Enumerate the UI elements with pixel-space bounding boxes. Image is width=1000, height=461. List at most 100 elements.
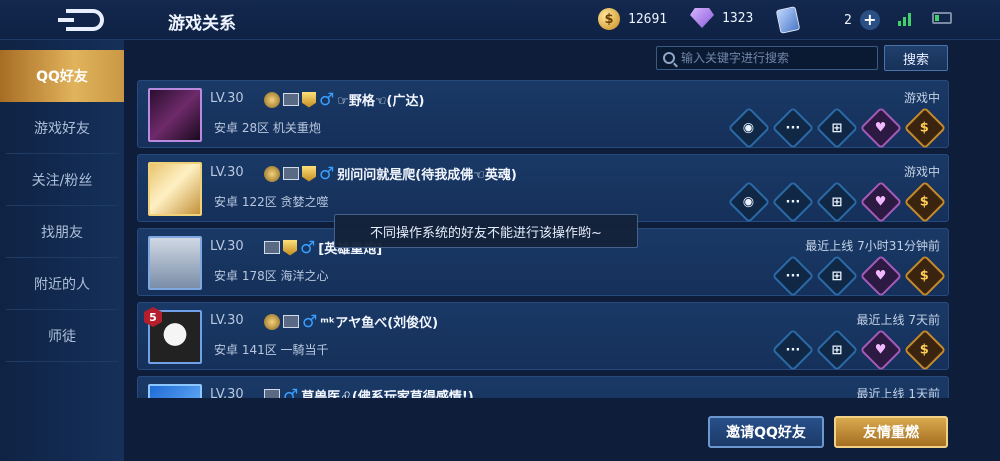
rank-badge-icon (264, 91, 280, 108)
chat-icon: ··· (785, 342, 801, 358)
gift-icon: ⊞ (831, 342, 843, 358)
gold-currency: $ 12691 (598, 8, 667, 30)
chat-icon: ··· (785, 194, 801, 210)
chat-button[interactable]: ··· (771, 180, 815, 224)
friend-row[interactable]: LV.30 ♂ 草兽医♌(佛系玩家草得感情!) 最近上线 1天前 (137, 376, 949, 398)
action-group: ◉ ··· ⊞ ♥ $ (727, 106, 947, 150)
online-status: 游戏中 (903, 91, 940, 105)
sidebar-item-mentor[interactable]: 师徒 (6, 310, 118, 362)
vip-badge-icon (302, 165, 316, 182)
spectate-button[interactable]: ◉ (727, 106, 771, 150)
send-gold-button[interactable]: $ (903, 106, 947, 150)
card-currency: 2 + (775, 6, 880, 34)
card-badge-icon (264, 389, 280, 398)
back-arrow-icon (58, 9, 104, 31)
card-badge-icon (283, 93, 299, 106)
server-info: 安卓 141区 一騎当千 (214, 343, 329, 357)
top-bar: 游戏关系 $ 12691 1323 2 + (0, 0, 1000, 40)
rank-badge-icon (264, 313, 280, 330)
server-info: 安卓 28区 机关重炮 (214, 121, 321, 135)
heart-icon: ♥ (875, 268, 887, 284)
page-title: 游戏关系 (168, 14, 236, 34)
online-status: 游戏中 (903, 165, 940, 179)
diamond-currency: 1323 (690, 8, 753, 28)
battery-icon (932, 12, 952, 24)
avatar[interactable] (148, 88, 202, 142)
coin-icon: $ (920, 342, 930, 358)
friend-name: ☞野格☜(广达) (337, 94, 425, 109)
card-badge-icon (264, 241, 280, 254)
back-button[interactable] (58, 6, 110, 34)
sidebar-item-game-friends[interactable]: 游戏好友 (6, 102, 118, 154)
card-value: 2 (844, 12, 852, 28)
add-currency-icon[interactable]: + (859, 10, 880, 30)
friend-row[interactable]: 5 LV.30 ♂ ᵐᵏアヤ鱼べ(刘俊仪) 安卓 141区 一騎当千 最近上线 … (137, 302, 949, 372)
chat-button[interactable]: ··· (771, 254, 815, 298)
search-button[interactable]: 搜索 (884, 45, 948, 71)
eye-icon: ◉ (743, 120, 755, 136)
online-status: 最近上线 1天前 (856, 387, 940, 398)
coin-icon: $ (920, 268, 930, 284)
level-label: LV.30 (210, 239, 244, 254)
gold-value: 12691 (628, 11, 668, 27)
heart-icon: ♥ (875, 194, 887, 210)
chat-icon: ··· (785, 268, 801, 284)
send-gold-button[interactable]: $ (903, 254, 947, 298)
intimacy-button[interactable]: ♥ (859, 328, 903, 372)
sidebar: QQ好友 游戏好友 关注/粉丝 找朋友 附近的人 师徒 (0, 40, 124, 461)
level-label: LV.30 (210, 387, 244, 398)
friend-row[interactable]: LV.30 ♂ ☞野格☜(广达) 安卓 28区 机关重炮 游戏中 ◉ ··· ⊞… (137, 80, 949, 150)
level-label: LV.30 (210, 165, 244, 180)
friend-name: ᵐᵏアヤ鱼べ(刘俊仪) (320, 316, 439, 331)
male-icon: ♂ (302, 311, 318, 332)
intimacy-button[interactable]: ♥ (859, 106, 903, 150)
friend-row[interactable]: LV.30 ♂ 别问问就是爬(待我成佛☜英魂) 安卓 122区 贪婪之噬 游戏中… (137, 154, 949, 224)
friend-name: 草兽医♌(佛系玩家草得感情!) (301, 390, 474, 398)
gift-button[interactable]: ⊞ (815, 180, 859, 224)
chat-icon: ··· (785, 120, 801, 136)
online-status: 最近上线 7小时31分钟前 (805, 239, 940, 253)
chat-button[interactable]: ··· (771, 328, 815, 372)
gift-button[interactable]: ⊞ (815, 106, 859, 150)
badge-group: ♂ 别问问就是爬(待我成佛☜英魂) (264, 164, 517, 183)
action-group: ··· ⊞ ♥ $ (771, 328, 947, 372)
server-info: 安卓 122区 贪婪之噬 (214, 195, 329, 209)
server-info: 安卓 178区 海洋之心 (214, 269, 329, 283)
gift-icon: ⊞ (831, 120, 843, 136)
sidebar-item-nearby[interactable]: 附近的人 (6, 258, 118, 310)
heart-icon: ♥ (875, 120, 887, 136)
send-gold-button[interactable]: $ (903, 180, 947, 224)
avatar[interactable] (148, 384, 202, 398)
vip-badge-icon (283, 239, 297, 256)
vip-badge-icon (302, 91, 316, 108)
coin-icon: $ (920, 120, 930, 136)
sidebar-item-follow-fans[interactable]: 关注/粉丝 (6, 154, 118, 206)
intimacy-button[interactable]: ♥ (859, 180, 903, 224)
rekindle-friendship-button[interactable]: 友情重燃 (834, 416, 948, 448)
search-icon (663, 52, 675, 64)
chat-button[interactable]: ··· (771, 106, 815, 150)
gold-coin-icon: $ (598, 8, 620, 30)
invite-qq-friends-button[interactable]: 邀请QQ好友 (708, 416, 824, 448)
male-icon: ♂ (283, 385, 299, 398)
male-icon: ♂ (300, 237, 316, 258)
spectate-button[interactable]: ◉ (727, 180, 771, 224)
sidebar-item-find-friends[interactable]: 找朋友 (6, 206, 118, 258)
sidebar-item-qq-friends[interactable]: QQ好友 (0, 50, 124, 102)
male-icon: ♂ (319, 89, 335, 110)
card-badge-icon (283, 315, 299, 328)
avatar[interactable] (148, 162, 202, 216)
card-icon (775, 6, 801, 34)
intimacy-button[interactable]: ♥ (859, 254, 903, 298)
action-group: ··· ⊞ ♥ $ (771, 254, 947, 298)
gift-button[interactable]: ⊞ (815, 328, 859, 372)
search-input[interactable] (681, 51, 871, 65)
gift-icon: ⊞ (831, 268, 843, 284)
avatar[interactable] (148, 236, 202, 290)
male-icon: ♂ (319, 163, 335, 184)
rank-badge-icon (264, 165, 280, 182)
level-label: LV.30 (210, 313, 244, 328)
heart-icon: ♥ (875, 342, 887, 358)
gift-button[interactable]: ⊞ (815, 254, 859, 298)
send-gold-button[interactable]: $ (903, 328, 947, 372)
